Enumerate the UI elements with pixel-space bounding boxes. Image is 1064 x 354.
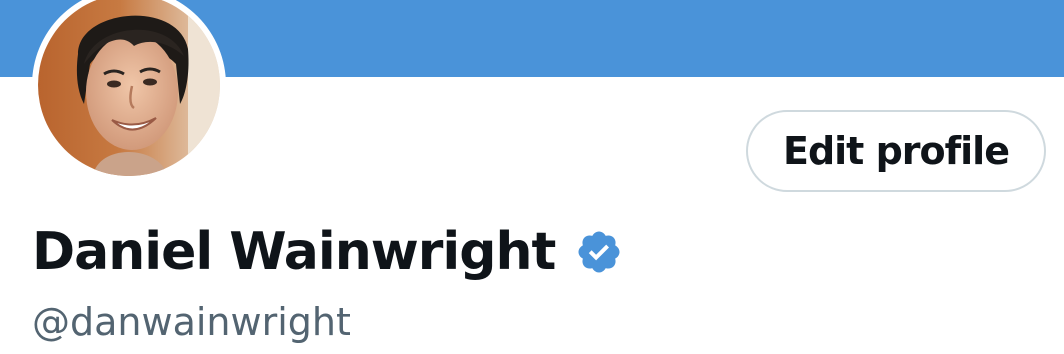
verified-badge-icon[interactable] [575,228,623,276]
edit-profile-button[interactable]: Edit profile [746,110,1046,192]
display-name: Daniel Wainwright [32,222,556,282]
avatar-photo [38,0,220,176]
profile-name-row: Daniel Wainwright [32,220,623,284]
profile-handle: @danwainwright [32,300,351,344]
avatar[interactable] [32,0,226,182]
